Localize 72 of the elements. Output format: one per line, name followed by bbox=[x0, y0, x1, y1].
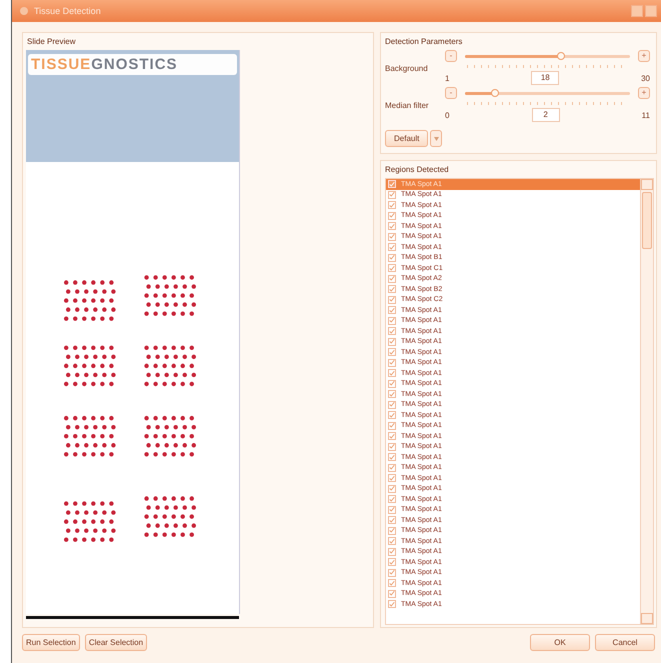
checkbox[interactable] bbox=[388, 285, 396, 294]
checkbox[interactable] bbox=[388, 453, 396, 462]
value-field[interactable]: 2 bbox=[532, 108, 560, 122]
checkbox[interactable] bbox=[388, 506, 396, 514]
scroll-thumb[interactable] bbox=[642, 192, 652, 249]
checkbox[interactable] bbox=[388, 484, 396, 493]
slider-track[interactable] bbox=[465, 92, 630, 94]
slider-label: Background bbox=[385, 64, 429, 73]
slider-thumb[interactable] bbox=[556, 52, 565, 60]
checkbox[interactable] bbox=[388, 232, 396, 241]
action-button[interactable]: Run Selection bbox=[22, 634, 80, 651]
checkbox[interactable] bbox=[388, 254, 396, 262]
checkbox[interactable] bbox=[388, 390, 396, 398]
max-value: 11 bbox=[642, 110, 650, 120]
slider-label: Median filter bbox=[385, 101, 430, 110]
checkbox[interactable] bbox=[388, 316, 396, 325]
dialog-button[interactable]: OK bbox=[530, 634, 590, 651]
scroll-up-button[interactable] bbox=[641, 179, 653, 190]
checkbox[interactable] bbox=[388, 516, 396, 524]
checkbox[interactable] bbox=[388, 495, 396, 504]
checkbox[interactable] bbox=[388, 180, 396, 188]
scrollbar[interactable] bbox=[640, 179, 653, 624]
panel-title: Regions Detected bbox=[384, 164, 450, 176]
checkbox[interactable] bbox=[388, 600, 396, 608]
checkbox[interactable] bbox=[388, 190, 396, 199]
min-value: 0 bbox=[445, 110, 450, 120]
checkbox[interactable] bbox=[388, 243, 396, 252]
dropdown-button[interactable] bbox=[430, 130, 442, 147]
checkbox[interactable] bbox=[388, 474, 396, 482]
checkbox[interactable] bbox=[388, 411, 396, 420]
checkbox[interactable] bbox=[388, 590, 396, 598]
slider-track[interactable] bbox=[465, 54, 630, 58]
checkbox[interactable] bbox=[388, 422, 396, 430]
checkbox[interactable] bbox=[388, 442, 396, 451]
checkbox[interactable] bbox=[388, 212, 396, 220]
checkbox[interactable] bbox=[388, 358, 396, 367]
checkbox[interactable] bbox=[388, 432, 396, 440]
checkbox[interactable] bbox=[388, 558, 396, 566]
checkbox[interactable] bbox=[388, 296, 396, 304]
window-title: Tissue Detection bbox=[34, 6, 102, 16]
panel-title: Slide Preview bbox=[26, 36, 76, 48]
checkbox[interactable] bbox=[388, 306, 396, 314]
checkbox[interactable] bbox=[388, 201, 396, 210]
checkbox[interactable] bbox=[388, 537, 396, 546]
checkbox[interactable] bbox=[388, 464, 396, 472]
checkbox[interactable] bbox=[388, 348, 396, 356]
checkbox[interactable] bbox=[388, 338, 396, 346]
action-button[interactable]: Clear Selection bbox=[84, 634, 148, 651]
app-icon bbox=[20, 7, 28, 15]
checkbox[interactable] bbox=[388, 222, 396, 230]
panel-title: Detection Parameters bbox=[384, 36, 464, 48]
checkbox[interactable] bbox=[388, 264, 396, 272]
checkbox[interactable] bbox=[388, 380, 396, 388]
checkbox[interactable] bbox=[388, 526, 396, 535]
checkbox[interactable] bbox=[388, 274, 396, 283]
slide-logo: TISSUEGNOSTICS bbox=[28, 54, 237, 75]
value-field[interactable]: 18 bbox=[531, 71, 560, 85]
checkbox[interactable] bbox=[388, 327, 396, 336]
close-button[interactable] bbox=[645, 5, 657, 17]
checkbox[interactable] bbox=[388, 579, 396, 588]
checkbox[interactable] bbox=[388, 568, 396, 577]
maximize-button[interactable] bbox=[631, 5, 643, 17]
slider-thumb[interactable] bbox=[490, 88, 499, 96]
checkbox[interactable] bbox=[388, 369, 396, 378]
default-button[interactable]: Default bbox=[385, 130, 428, 147]
max-value: 30 bbox=[641, 74, 650, 82]
checkbox[interactable] bbox=[388, 400, 396, 409]
scroll-down-button[interactable] bbox=[641, 613, 653, 624]
dialog-button[interactable]: Cancel bbox=[595, 634, 655, 651]
min-value: 1 bbox=[445, 74, 450, 82]
caret-icon bbox=[434, 136, 439, 140]
checkbox[interactable] bbox=[388, 548, 396, 556]
